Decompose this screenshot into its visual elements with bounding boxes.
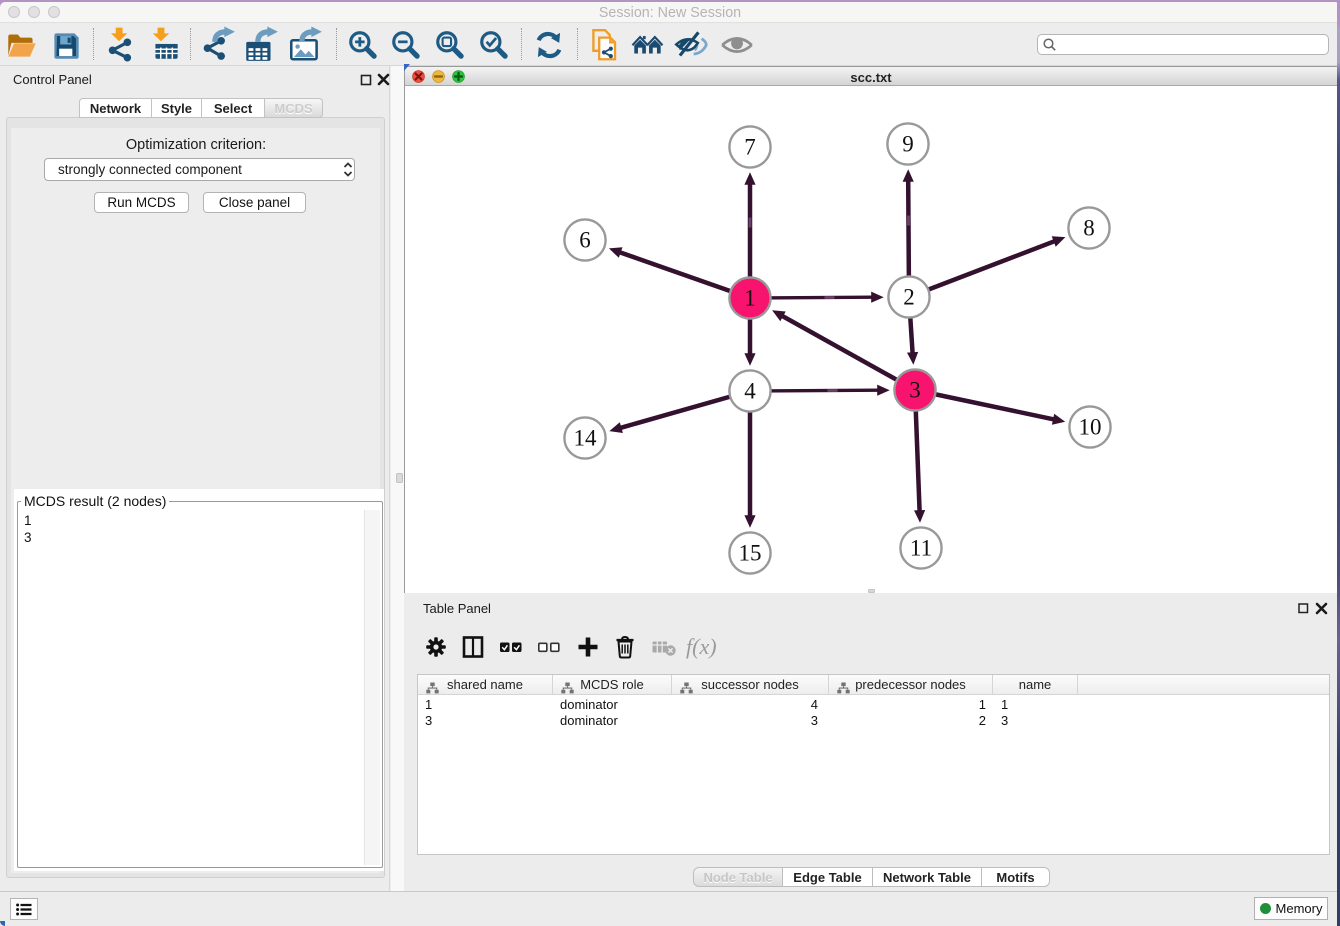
svg-text:10: 10 (1079, 415, 1102, 440)
svg-text:15: 15 (739, 541, 762, 566)
svg-text:14: 14 (574, 426, 598, 451)
svg-text:1: 1 (744, 286, 756, 311)
svg-text:11: 11 (910, 536, 932, 561)
svg-text:6: 6 (579, 228, 591, 253)
svg-text:8: 8 (1083, 216, 1095, 241)
svg-text:2: 2 (903, 285, 915, 310)
svg-text:9: 9 (902, 132, 914, 157)
svg-text:4: 4 (744, 379, 756, 404)
svg-text:7: 7 (744, 135, 756, 160)
svg-text:3: 3 (909, 378, 921, 403)
